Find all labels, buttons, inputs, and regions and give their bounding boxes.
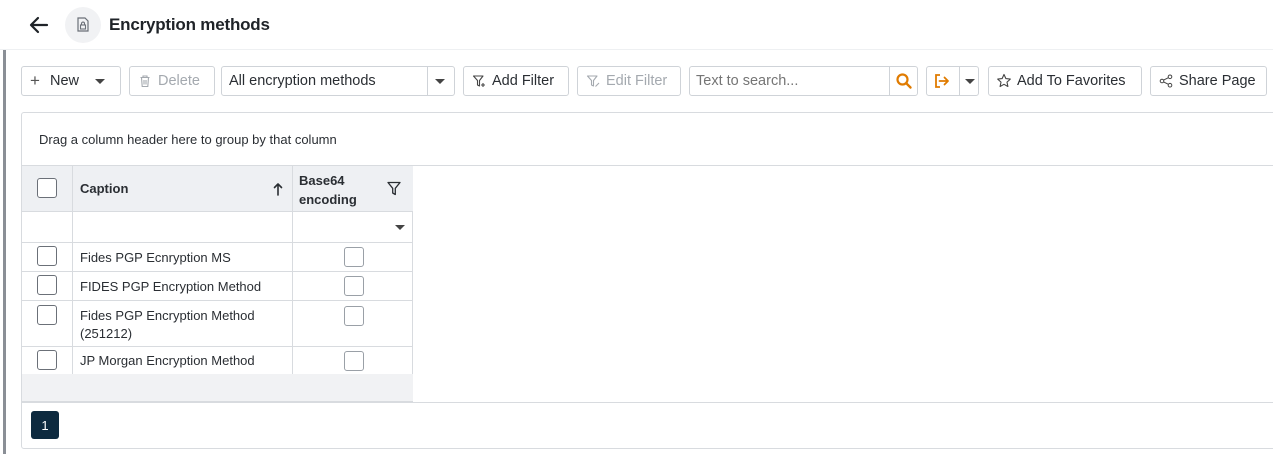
chevron-down-icon[interactable] [95,79,105,84]
page-title: Encryption methods [109,15,270,34]
base64-checkbox[interactable] [344,276,364,296]
export-icon [935,74,949,88]
row-select-checkbox[interactable] [37,305,57,325]
caption-cell: Fides PGP Ecnryption MS [80,250,231,265]
table-row[interactable]: JP Morgan Encryption Method [22,347,413,374]
row-select-checkbox[interactable] [37,275,57,295]
grid-footer [22,374,413,402]
back-button[interactable] [26,12,52,38]
column-header-caption[interactable]: Caption [73,166,293,211]
data-grid: Caption Base64 encoding Fides PGP Ecnryp… [22,166,413,402]
search-box[interactable] [689,66,918,96]
caption-filter-cell[interactable] [73,212,293,242]
row-select-checkbox[interactable] [37,246,57,266]
chevron-down-icon[interactable] [435,79,445,84]
page-number-button[interactable]: 1 [31,411,59,439]
view-selector[interactable]: All encryption methods [221,66,455,96]
caption-cell: Fides PGP Encryption Method (251212) [80,308,255,341]
add-filter-button[interactable]: Add Filter [463,66,569,96]
new-button[interactable]: + New [21,66,121,96]
row-select-checkbox[interactable] [37,350,57,370]
share-icon [1159,74,1173,88]
column-header-base64-label: Base64 encoding [299,173,357,207]
add-to-favorites-label: Add To Favorites [1017,73,1126,89]
grid-header-row: Caption Base64 encoding [22,166,413,212]
grid-panel: Drag a column header here to group by th… [21,112,1273,449]
add-to-favorites-button[interactable]: Add To Favorites [988,66,1142,96]
page-header: Encryption methods [0,0,1273,50]
lock-document-icon [65,7,101,43]
column-header-caption-label: Caption [80,181,129,196]
toolbar: + New Delete All encryption methods Add … [21,66,1271,96]
left-accent-bar [3,50,6,454]
select-all-checkbox[interactable] [37,178,57,198]
table-row[interactable]: Fides PGP Ecnryption MS [22,243,413,272]
view-selector-value: All encryption methods [229,73,376,89]
caption-cell: FIDES PGP Encryption Method [80,279,262,294]
base64-checkbox[interactable] [344,351,364,371]
base64-checkbox[interactable] [344,306,364,326]
search-icon[interactable] [895,72,913,90]
arrow-left-icon [29,16,49,34]
base64-filter-dropdown[interactable] [293,212,413,242]
trash-icon [140,75,150,88]
share-page-button[interactable]: Share Page [1150,66,1267,96]
edit-filter-button[interactable]: Edit Filter [577,66,681,96]
add-filter-label: Add Filter [492,73,555,89]
chevron-down-icon[interactable] [395,225,405,230]
delete-button-label: Delete [158,73,200,89]
sort-ascending-icon [273,183,283,196]
chevron-down-icon[interactable] [965,79,975,84]
plus-icon: + [30,71,40,90]
delete-button[interactable]: Delete [129,66,215,96]
add-filter-icon [472,75,485,87]
edit-filter-label: Edit Filter [606,73,668,89]
export-button[interactable] [926,66,979,96]
new-button-label: New [50,73,80,89]
grid-filter-row [22,212,413,243]
group-by-hint: Drag a column header here to group by th… [39,132,337,147]
filter-icon[interactable] [387,181,401,196]
share-page-label: Share Page [1179,73,1256,89]
table-row[interactable]: FIDES PGP Encryption Method [22,272,413,301]
base64-checkbox[interactable] [344,247,364,267]
filter-row-spacer [22,212,73,242]
star-icon [997,73,1011,88]
select-all-cell [22,166,73,211]
table-row[interactable]: Fides PGP Encryption Method (251212) [22,301,413,347]
edit-filter-icon [586,75,600,87]
caption-cell: JP Morgan Encryption Method [80,353,255,368]
search-input[interactable] [696,71,884,91]
column-header-base64[interactable]: Base64 encoding [293,166,413,211]
